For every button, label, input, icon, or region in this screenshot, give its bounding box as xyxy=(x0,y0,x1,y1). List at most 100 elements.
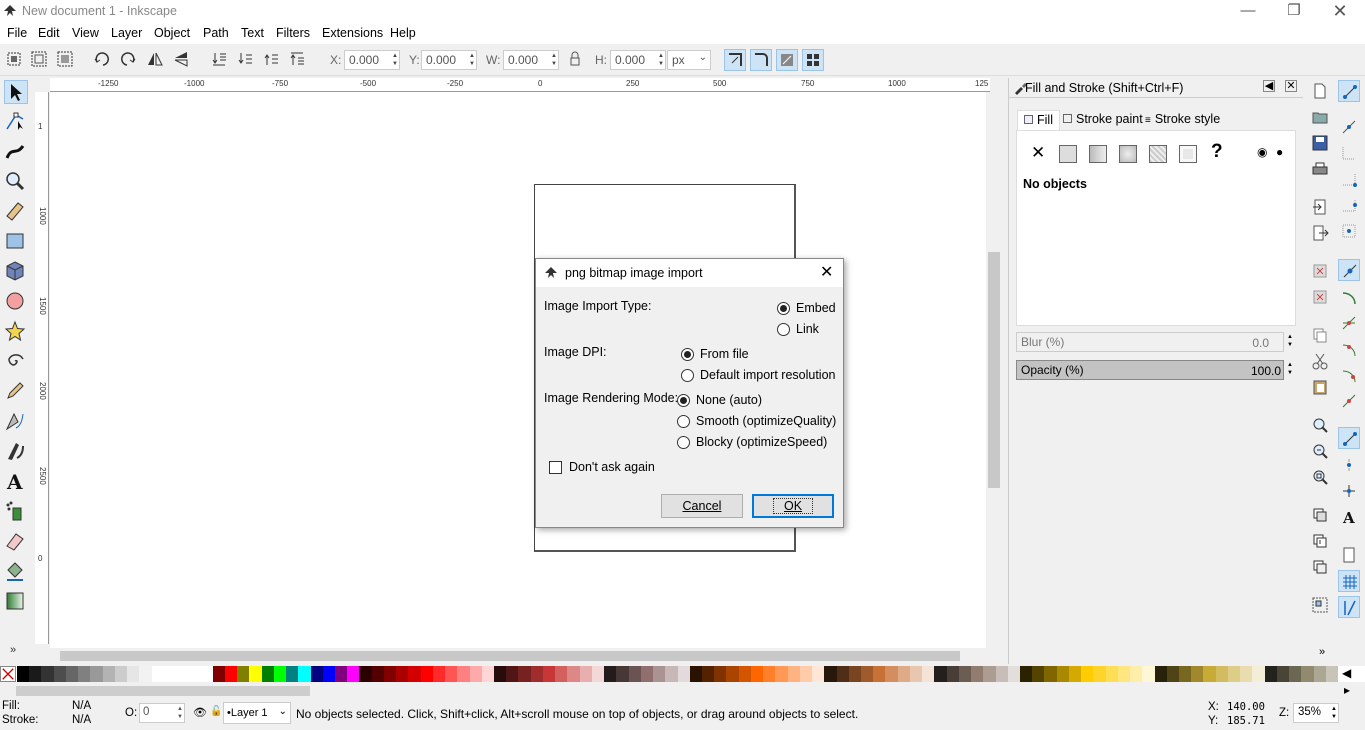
snap-bbox-center-icon[interactable] xyxy=(1338,220,1360,242)
layer-select[interactable]: •Layer 1 ⌄ xyxy=(223,702,291,724)
color-swatch[interactable] xyxy=(983,666,996,682)
color-swatch[interactable] xyxy=(1142,666,1155,682)
color-swatch[interactable] xyxy=(1240,666,1253,682)
snap-intersection-icon[interactable] xyxy=(1338,312,1360,334)
from-file-label[interactable]: From file xyxy=(700,347,749,361)
w-input[interactable]: 0.000 ▲ ▼ xyxy=(503,50,559,70)
menu-edit[interactable]: Edit xyxy=(38,26,60,40)
snap-object-center-icon[interactable] xyxy=(1338,454,1360,476)
scale-gradients-toggle[interactable] xyxy=(776,49,798,71)
color-swatch[interactable] xyxy=(310,666,324,682)
color-swatch[interactable] xyxy=(396,666,409,682)
color-swatch[interactable] xyxy=(628,666,642,682)
none-auto-radio[interactable] xyxy=(677,394,690,407)
horizontal-scrollbar[interactable] xyxy=(50,648,986,664)
color-swatch[interactable] xyxy=(17,666,30,682)
color-swatch[interactable] xyxy=(1166,666,1180,682)
color-swatch[interactable] xyxy=(53,666,67,682)
layer-visibility-icon[interactable]: 👁 xyxy=(193,706,207,719)
color-swatch[interactable] xyxy=(1154,666,1168,682)
linear-gradient-icon[interactable] xyxy=(1089,145,1107,163)
color-swatch[interactable] xyxy=(885,666,899,682)
scale-corners-toggle[interactable] xyxy=(750,49,772,71)
color-swatch[interactable] xyxy=(335,666,348,682)
clone-icon[interactable] xyxy=(1309,530,1331,552)
color-swatch[interactable] xyxy=(408,666,422,682)
color-swatch[interactable] xyxy=(591,666,605,682)
blocky-label[interactable]: Blocky (optimizeSpeed) xyxy=(696,435,827,449)
color-swatch[interactable] xyxy=(787,666,801,682)
close-window-button[interactable]: ✕ xyxy=(1317,0,1363,24)
text-tool[interactable]: A xyxy=(4,470,28,494)
color-swatch[interactable] xyxy=(750,666,764,682)
palette-scroll-thumb[interactable] xyxy=(16,686,310,696)
dont-ask-checkbox[interactable] xyxy=(549,461,562,474)
layer-lock-icon[interactable]: 🔓 xyxy=(210,706,222,717)
snap-rotation-center-icon[interactable] xyxy=(1338,480,1360,502)
color-swatch[interactable] xyxy=(604,666,617,682)
color-swatch[interactable] xyxy=(1007,666,1021,682)
undo-icon[interactable] xyxy=(1309,260,1331,282)
zoom-page-icon[interactable] xyxy=(1309,466,1331,488)
radial-gradient-icon[interactable] xyxy=(1119,145,1137,163)
flip-horizontal-icon[interactable] xyxy=(146,50,166,70)
color-swatch[interactable] xyxy=(542,666,556,682)
color-swatch[interactable] xyxy=(726,666,740,682)
link-label[interactable]: Link xyxy=(796,322,819,336)
color-swatch[interactable] xyxy=(139,666,153,682)
embed-radio[interactable] xyxy=(777,302,790,315)
new-document-icon[interactable] xyxy=(1309,80,1331,102)
color-swatch[interactable] xyxy=(1117,666,1131,682)
color-swatch[interactable] xyxy=(995,666,1009,682)
group-icon[interactable] xyxy=(1309,594,1331,616)
color-swatch[interactable] xyxy=(102,666,116,682)
color-swatch[interactable] xyxy=(224,666,238,682)
embed-label[interactable]: Embed xyxy=(796,301,836,315)
palette-menu-icon[interactable]: ◀ xyxy=(1342,666,1351,680)
color-swatch[interactable] xyxy=(934,666,948,682)
color-swatch[interactable] xyxy=(151,666,165,682)
ellipse-tool[interactable] xyxy=(4,290,28,314)
export-icon[interactable] xyxy=(1309,222,1331,244)
zoom-input[interactable]: 35% ▲ ▼ xyxy=(1293,703,1339,723)
color-swatch[interactable] xyxy=(653,666,666,682)
no-paint-icon[interactable]: ✕ xyxy=(1031,143,1045,163)
vertical-scrollbar[interactable] xyxy=(986,92,1002,648)
color-swatch[interactable] xyxy=(469,666,483,682)
h-input[interactable]: 0.000 ▲ ▼ xyxy=(610,50,666,70)
color-swatch[interactable] xyxy=(506,666,519,682)
color-swatch[interactable] xyxy=(90,666,104,682)
color-swatch[interactable] xyxy=(78,666,91,682)
star-tool[interactable] xyxy=(4,320,28,344)
spiral-tool[interactable] xyxy=(4,350,28,374)
color-swatch[interactable] xyxy=(163,666,177,682)
3d-box-tool[interactable] xyxy=(4,260,28,284)
scroll-thumb[interactable] xyxy=(60,651,960,661)
menu-layer[interactable]: Layer xyxy=(111,26,142,40)
color-swatch[interactable] xyxy=(359,666,373,682)
tweak-tool[interactable] xyxy=(4,140,28,164)
measure-tool[interactable] xyxy=(4,200,28,224)
color-swatch[interactable] xyxy=(1325,666,1339,682)
x-input[interactable]: 0.000 ▲ ▼ xyxy=(344,50,400,70)
snap-bbox-edge-icon[interactable] xyxy=(1338,142,1360,164)
color-swatch[interactable] xyxy=(494,666,507,682)
link-radio[interactable] xyxy=(777,323,790,336)
fill-rule-evenodd-icon[interactable]: ◉ xyxy=(1257,145,1267,159)
scale-stroke-toggle[interactable] xyxy=(724,49,746,71)
raise-icon[interactable] xyxy=(262,50,282,70)
color-swatch[interactable] xyxy=(1289,666,1302,682)
color-swatch[interactable] xyxy=(286,666,299,682)
tab-stroke-style[interactable]: ≡ Stroke style xyxy=(1139,110,1226,130)
color-swatch[interactable] xyxy=(127,666,140,682)
color-swatch[interactable] xyxy=(481,666,495,682)
menu-extensions[interactable]: Extensions xyxy=(322,26,383,40)
color-swatch[interactable] xyxy=(347,666,360,682)
menu-file[interactable]: File xyxy=(7,26,27,40)
color-swatch[interactable] xyxy=(1130,666,1143,682)
color-swatch[interactable] xyxy=(249,666,263,682)
color-swatch[interactable] xyxy=(41,666,55,682)
spray-tool[interactable] xyxy=(4,500,28,524)
color-swatch[interactable] xyxy=(371,666,385,682)
color-swatch[interactable] xyxy=(1191,666,1204,682)
